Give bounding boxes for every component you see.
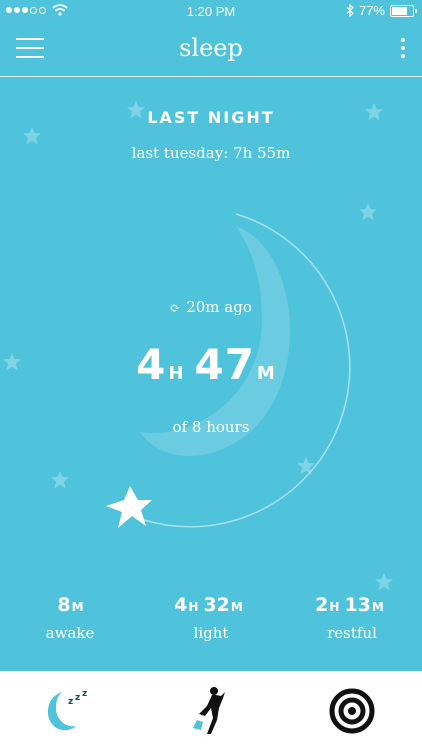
stat-hours: 2 — [315, 594, 329, 616]
activity-figure-icon — [193, 686, 225, 734]
stat-hours: 4 — [174, 594, 188, 616]
stat-restful: 2H 13M restful — [282, 594, 422, 642]
status-bar: 1:20 PM 77% — [0, 0, 422, 24]
sleep-goal: of 8 hours — [172, 418, 250, 436]
progress-star-icon — [106, 486, 152, 528]
vertical-ellipsis-icon[interactable] — [400, 38, 406, 60]
star-icon — [297, 457, 315, 475]
tab-sleep[interactable]: z z z — [0, 671, 140, 750]
svg-text:z: z — [75, 693, 80, 703]
sleep-illustration — [3, 101, 393, 591]
stat-minutes-unit: M — [71, 600, 84, 614]
stat-awake: 8M awake — [0, 594, 140, 642]
stat-hours-unit: H — [329, 600, 340, 614]
target-rings-icon — [329, 688, 375, 733]
stat-light: 4H 32M light — [141, 594, 281, 642]
duration-minutes-unit: M — [256, 363, 276, 384]
stat-label: light — [193, 624, 229, 642]
stat-label: restful — [327, 624, 377, 642]
tab-activity[interactable] — [141, 671, 281, 750]
page-title: sleep — [179, 34, 243, 62]
comparison-text: last tuesday: 7h 55m — [131, 144, 291, 162]
battery-percentage: 77% — [358, 3, 385, 18]
stat-minutes: 32 — [203, 594, 230, 616]
star-icon — [23, 127, 41, 145]
tab-goals[interactable] — [282, 671, 422, 750]
star-icon — [51, 471, 69, 489]
stat-hours-unit: H — [188, 600, 199, 614]
duration-hours: 4 — [136, 340, 167, 389]
star-icon — [375, 573, 393, 591]
summary-heading: LAST NIGHT — [147, 108, 275, 127]
stat-minutes-unit: M — [371, 600, 384, 614]
stat-minutes-unit: M — [230, 600, 243, 614]
duration-minutes: 47 — [194, 340, 255, 389]
bluetooth-icon — [346, 4, 354, 17]
sleep-duration: 4 H 47 M — [0, 340, 422, 389]
sync-icon: ⟳ — [170, 301, 181, 315]
stat-label: awake — [45, 624, 95, 642]
svg-text:z: z — [82, 689, 87, 699]
sync-status: ⟳ 20m ago — [0, 298, 422, 316]
duration-hours-unit: H — [168, 363, 185, 384]
star-icon — [359, 203, 377, 221]
svg-text:z: z — [68, 697, 73, 707]
sync-time: 20m ago — [186, 298, 252, 316]
top-nav-bar: sleep — [0, 24, 422, 77]
stat-minutes: 13 — [344, 594, 371, 616]
sleep-breakdown: 8M awake 4H 32M light 2H 13M restful — [0, 594, 422, 654]
sleep-moon-icon: z z z — [47, 689, 87, 730]
battery-icon — [390, 4, 417, 17]
stat-minutes: 8 — [57, 594, 71, 616]
bottom-tab-bar: z z z — [0, 671, 422, 750]
